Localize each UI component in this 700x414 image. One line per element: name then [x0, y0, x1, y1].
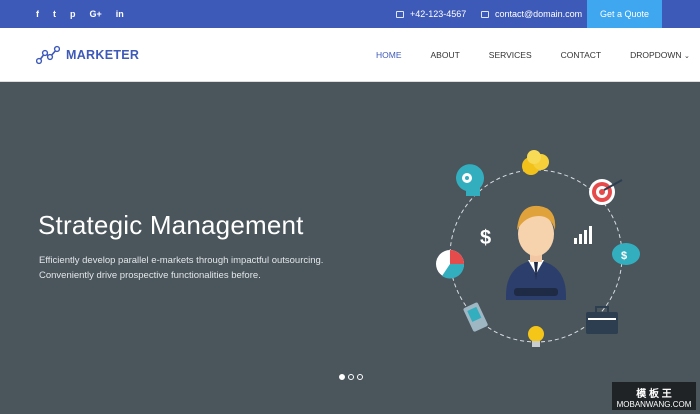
mobile-phone-icon	[463, 302, 488, 332]
nav-about[interactable]: ABOUT	[431, 50, 460, 60]
facebook-icon[interactable]: f	[36, 9, 39, 19]
hero-line-1: Efficiently develop parallel e-markets t…	[39, 255, 324, 266]
slider-dot-3[interactable]	[357, 374, 363, 380]
chevron-down-icon: ⌄	[683, 53, 690, 60]
target-icon	[589, 179, 623, 205]
nav-dropdown[interactable]: DROPDOWN ⌄	[630, 50, 690, 60]
hero-description: Efficiently develop parallel e-markets t…	[39, 253, 323, 283]
email-contact: contact@domain.com	[481, 0, 582, 28]
svg-text:$: $	[621, 250, 627, 262]
hero-slider: Strategic Management Efficiently develop…	[0, 82, 700, 414]
light-bulb-icon	[528, 326, 544, 347]
main-menu: HOME ABOUT SERVICES CONTACT DROPDOWN ⌄	[376, 28, 690, 82]
watermark-sub: MOBANWANG.COM	[616, 400, 692, 409]
watermark-main: 模 板 王	[636, 389, 672, 400]
slider-dot-2[interactable]	[348, 374, 354, 380]
coins-icon	[522, 150, 549, 175]
hero-title: Strategic Management	[38, 210, 304, 240]
navbar: MARKETER HOME ABOUT SERVICES CONTACT DRO…	[0, 28, 700, 82]
phone-icon	[396, 10, 404, 18]
pinterest-icon[interactable]: p	[70, 9, 76, 19]
phone-number: +42-123-4567	[410, 9, 467, 19]
social-links: f t p G+ in	[36, 0, 124, 28]
businessman-avatar	[506, 205, 566, 300]
mail-icon	[481, 10, 489, 18]
watermark-logo: 模 板 王 MOBANWANG.COM	[612, 382, 696, 410]
nav-dropdown-label: DROPDOWN	[630, 50, 682, 60]
nav-contact[interactable]: CONTACT	[561, 50, 601, 60]
chart-logo-icon	[36, 45, 60, 65]
email-address[interactable]: contact@domain.com	[495, 9, 582, 19]
hero-line-2: Conveniently drive prospective functiona…	[39, 270, 261, 281]
top-bar: f t p G+ in +42-123-4567 contact@domain.…	[0, 0, 700, 28]
bar-chart-icon	[574, 226, 592, 244]
piggy-bank-icon: $	[612, 243, 640, 265]
phone-contact: +42-123-4567	[396, 0, 466, 28]
google-plus-icon[interactable]: G+	[90, 9, 102, 19]
head-gear-icon	[456, 164, 484, 196]
twitter-icon[interactable]: t	[53, 9, 56, 19]
nav-home[interactable]: HOME	[376, 50, 402, 60]
business-illustration: $ $	[436, 150, 640, 347]
slider-pagination	[339, 374, 363, 380]
brand-name: MARKETER	[66, 48, 140, 62]
get-quote-button[interactable]: Get a Quote	[587, 0, 662, 28]
linkedin-icon[interactable]: in	[116, 9, 124, 19]
dollar-icon: $	[480, 227, 491, 249]
nav-services[interactable]: SERVICES	[489, 50, 532, 60]
pie-chart-icon	[436, 250, 465, 279]
brand-logo[interactable]: MARKETER	[36, 28, 139, 82]
slider-dot-1[interactable]	[339, 374, 345, 380]
